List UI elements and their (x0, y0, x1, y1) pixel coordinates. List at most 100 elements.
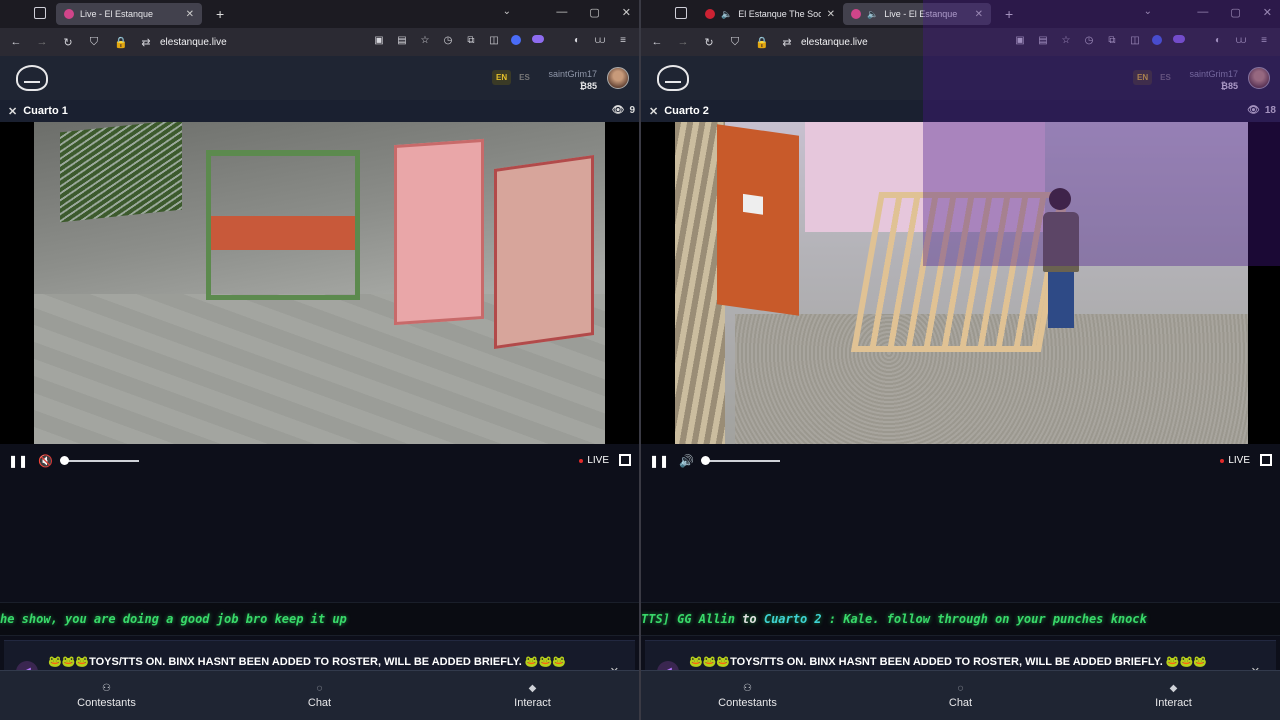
shield-icon[interactable]: ⛉ (729, 36, 741, 49)
tab-title: El Estanque The Social Expe (738, 9, 820, 19)
reload-icon[interactable]: ↻ (703, 36, 715, 49)
muted-speaker-icon[interactable]: 🔇 (38, 454, 53, 468)
camera-feed-image (34, 122, 605, 444)
lang-es-button[interactable]: ES (519, 70, 530, 85)
picture-in-picture-icon[interactable]: ▣ (1014, 35, 1026, 46)
extensions-icon[interactable]: ⧉ (465, 35, 477, 46)
player-spacer (641, 478, 1280, 602)
menu-icon[interactable]: ≡ (617, 35, 629, 46)
lang-en-button[interactable]: EN (1133, 70, 1153, 85)
eye-icon: 👁 (611, 105, 625, 116)
avatar[interactable] (607, 67, 629, 89)
volume-slider[interactable] (60, 456, 140, 465)
viewer-number: 18 (1264, 105, 1276, 116)
speaker-icon[interactable]: 🔊 (679, 454, 694, 468)
addon-purple-icon[interactable] (532, 35, 544, 43)
maximize-icon[interactable]: ▢ (589, 6, 599, 19)
account-icon[interactable]: ◐ (571, 35, 583, 46)
tab-live[interactable]: 🔈 Live - El Estanque ✕ (843, 3, 991, 25)
site-info-icon[interactable]: ⇄ (140, 36, 152, 49)
new-tab-icon[interactable]: + (216, 6, 224, 22)
reload-icon[interactable]: ↻ (62, 36, 74, 49)
shield-icon[interactable]: ⛉ (88, 36, 100, 49)
pause-icon[interactable]: ❚❚ (8, 454, 28, 468)
back-icon[interactable]: ← (10, 36, 22, 48)
volume-knob[interactable] (60, 456, 70, 465)
history-icon[interactable]: ◷ (1083, 35, 1095, 46)
fullscreen-icon[interactable] (619, 454, 631, 466)
right-browser-window: 🔈 El Estanque The Social Expe ✕ 🔈 Live -… (640, 0, 1280, 720)
tab-audio-icon[interactable]: 🔈 (867, 9, 878, 20)
addon-blue-icon[interactable] (511, 35, 521, 45)
tab-overflow-chevron-icon[interactable]: ⌄ (503, 6, 511, 17)
nav-label: Chat (948, 696, 973, 709)
room-bar: ✕ Cuarto 2 👁 18 (641, 100, 1280, 122)
picture-in-picture-icon[interactable]: ▣ (373, 35, 385, 46)
tab-list-icon[interactable] (34, 7, 46, 19)
live-indicator[interactable]: LIVE (579, 455, 609, 466)
history-icon[interactable]: ◷ (442, 35, 454, 46)
close-room-icon[interactable]: ✕ (649, 105, 658, 118)
tab-social-experiment[interactable]: 🔈 El Estanque The Social Expe ✕ (697, 3, 843, 25)
new-tab-icon[interactable]: + (1005, 6, 1013, 22)
pause-icon[interactable]: ❚❚ (649, 454, 669, 468)
menu-icon[interactable]: ≡ (1258, 35, 1270, 46)
nav-contestants[interactable]: ⚇ Contestants (0, 671, 213, 720)
bookmark-star-icon[interactable]: ☆ (419, 35, 431, 46)
bottom-nav: ⚇ Contestants ◌ Chat ◆ Interact (0, 670, 639, 720)
ticker-segment: Cuarto 2 (763, 612, 822, 626)
bookmark-star-icon[interactable]: ☆ (1060, 35, 1072, 46)
forward-icon[interactable]: → (36, 36, 48, 48)
reader-icon[interactable]: ▤ (1037, 35, 1049, 46)
close-tab-icon[interactable]: ✕ (975, 9, 983, 20)
forward-icon[interactable]: → (677, 36, 689, 48)
url-bar[interactable]: elestanque.live (160, 37, 227, 48)
addon-icon[interactable]: ◫ (488, 35, 500, 46)
lang-en-button[interactable]: EN (492, 70, 512, 85)
tab-overflow-chevron-icon[interactable]: ⌄ (1144, 6, 1152, 17)
favicon-icon (64, 9, 74, 19)
extensions-icon[interactable]: ⧉ (1106, 35, 1118, 46)
nav-chat[interactable]: ◌ Chat (213, 671, 426, 720)
account-icon[interactable]: ◐ (1212, 35, 1224, 46)
close-tab-icon[interactable]: ✕ (827, 9, 835, 20)
nav-contestants[interactable]: ⚇ Contestants (641, 671, 854, 720)
reader-icon[interactable]: ▤ (396, 35, 408, 46)
close-tab-icon[interactable]: ✕ (186, 9, 194, 20)
volume-knob[interactable] (701, 456, 711, 465)
fullscreen-icon[interactable] (1260, 454, 1272, 466)
close-room-icon[interactable]: ✕ (8, 105, 17, 118)
tab-list-icon[interactable] (675, 7, 687, 19)
addon-blue-icon[interactable] (1152, 35, 1162, 45)
tab-live[interactable]: Live - El Estanque ✕ (56, 3, 202, 25)
url-bar[interactable]: elestanque.live (801, 37, 868, 48)
addon-mask-icon[interactable]: ⩊ (1235, 35, 1247, 46)
close-window-icon[interactable]: ✕ (622, 6, 631, 19)
username: saintGrim17 (1189, 69, 1238, 79)
tab-title: Live - El Estanque (884, 9, 958, 19)
addon-icon[interactable]: ◫ (1129, 35, 1141, 46)
nav-interact[interactable]: ◆ Interact (426, 671, 639, 720)
nav-interact[interactable]: ◆ Interact (1067, 671, 1280, 720)
user-info[interactable]: saintGrim17 ₿85 (1189, 68, 1238, 92)
close-window-icon[interactable]: ✕ (1263, 6, 1272, 19)
addon-purple-icon[interactable] (1173, 35, 1185, 43)
live-indicator[interactable]: LIVE (1220, 455, 1250, 466)
volume-slider[interactable] (701, 456, 781, 465)
video-player[interactable] (641, 122, 1280, 444)
avatar[interactable] (1248, 67, 1270, 89)
user-info[interactable]: saintGrim17 ₿85 (548, 68, 597, 92)
back-icon[interactable]: ← (651, 36, 663, 48)
site-info-icon[interactable]: ⇄ (781, 36, 793, 49)
tab-audio-icon[interactable]: 🔈 (721, 9, 732, 20)
maximize-icon[interactable]: ▢ (1230, 6, 1240, 19)
minimize-icon[interactable]: — (1197, 6, 1208, 19)
ticker-segment: TTS] GG Allin (641, 612, 743, 626)
addon-mask-icon[interactable]: ⩊ (594, 35, 606, 46)
nav-chat[interactable]: ◌ Chat (854, 671, 1067, 720)
minimize-icon[interactable]: — (556, 6, 567, 19)
frog-logo-icon[interactable] (657, 65, 689, 91)
lang-es-button[interactable]: ES (1160, 70, 1171, 85)
frog-logo-icon[interactable] (16, 65, 48, 91)
video-player[interactable] (0, 122, 639, 444)
